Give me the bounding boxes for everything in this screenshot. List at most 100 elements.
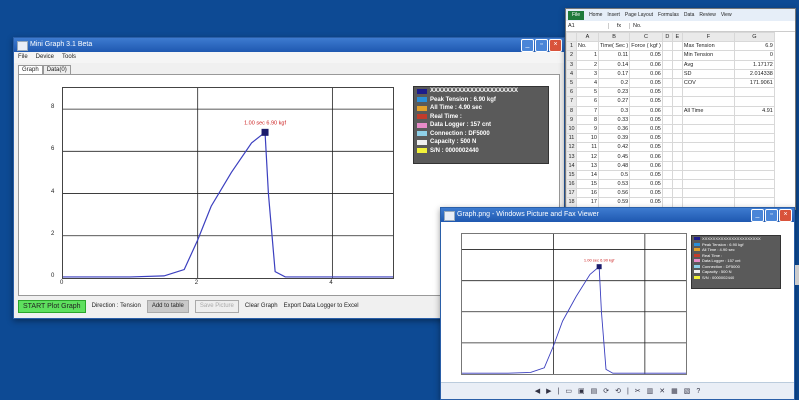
table-cell[interactable] <box>681 178 735 190</box>
table-cell[interactable] <box>733 188 775 199</box>
menu-tools[interactable]: Tools <box>62 52 76 63</box>
column-header[interactable]: F <box>681 31 735 43</box>
ribbon-view-tab[interactable]: View <box>721 12 732 18</box>
viewer-minimize-button[interactable]: _ <box>751 209 764 222</box>
table-cell[interactable]: 0.5 <box>597 169 631 181</box>
viewer-toolbar-icon[interactable]: ▥ <box>647 387 654 395</box>
table-cell[interactable] <box>733 123 775 135</box>
table-cell[interactable] <box>671 197 683 208</box>
table-cell[interactable] <box>681 142 735 153</box>
table-cell[interactable]: SD <box>681 68 735 79</box>
table-cell[interactable]: 0.05 <box>629 50 663 61</box>
viewer-maximize-button[interactable]: ▫ <box>765 209 778 222</box>
table-cell[interactable] <box>733 87 775 98</box>
start-plot-button[interactable]: START Plot Graph <box>18 299 86 313</box>
table-cell[interactable]: Avg <box>681 59 735 70</box>
row-header[interactable]: 18 <box>566 197 577 208</box>
table-cell[interactable]: 0 <box>733 50 775 61</box>
table-cell[interactable] <box>661 41 673 52</box>
table-cell[interactable]: 171.9061 <box>733 77 775 89</box>
row-header[interactable]: 3 <box>566 59 577 70</box>
viewer-toolbar-icon[interactable]: ▭ <box>565 387 572 395</box>
table-cell[interactable] <box>661 151 673 162</box>
table-cell[interactable]: 0.06 <box>629 59 663 70</box>
viewer-toolbar-icon[interactable]: ◀ <box>535 387 540 395</box>
table-cell[interactable] <box>671 105 683 116</box>
table-cell[interactable] <box>681 123 735 135</box>
table-cell[interactable]: No. <box>576 41 599 52</box>
table-cell[interactable] <box>661 105 673 116</box>
menu-file[interactable]: File <box>18 52 28 63</box>
row-header[interactable]: 8 <box>566 105 577 116</box>
table-cell[interactable]: Min Tension <box>681 50 735 61</box>
column-header[interactable]: A <box>576 31 599 43</box>
main-titlebar[interactable]: Mini Graph 3.1 Beta _ ▫ × <box>14 38 564 52</box>
table-cell[interactable] <box>671 151 683 162</box>
table-cell[interactable]: 0.14 <box>597 59 631 70</box>
table-cell[interactable] <box>733 151 775 162</box>
row-header[interactable]: 15 <box>566 169 577 181</box>
viewer-toolbar-icon[interactable]: ✂ <box>635 387 641 395</box>
table-cell[interactable]: 0.06 <box>629 160 663 171</box>
table-cell[interactable] <box>671 188 683 199</box>
table-cell[interactable] <box>733 142 775 153</box>
table-cell[interactable]: 0.11 <box>597 50 631 61</box>
viewer-toolbar-icon[interactable]: ⟳ <box>603 387 609 395</box>
column-header[interactable]: B <box>597 31 631 43</box>
viewer-toolbar-icon[interactable]: ✕ <box>659 387 665 395</box>
direction-label[interactable]: Direction : Tension <box>92 303 141 309</box>
table-cell[interactable] <box>681 96 735 107</box>
table-cell[interactable] <box>671 41 683 52</box>
table-cell[interactable] <box>681 133 735 144</box>
row-header[interactable]: 12 <box>566 142 577 153</box>
table-cell[interactable]: Max Tension <box>681 41 735 52</box>
table-cell[interactable]: 0.2 <box>597 77 631 89</box>
table-cell[interactable]: 0.33 <box>597 114 631 125</box>
table-cell[interactable] <box>733 114 775 125</box>
close-button[interactable]: × <box>549 39 562 52</box>
table-cell[interactable]: 15 <box>576 178 599 190</box>
row-header[interactable]: 4 <box>566 68 577 79</box>
table-cell[interactable] <box>661 178 673 190</box>
row-header[interactable]: 17 <box>566 188 577 199</box>
row-header[interactable]: 10 <box>566 123 577 135</box>
viewer-toolbar-icon[interactable]: ▶ <box>546 387 551 395</box>
table-cell[interactable] <box>671 123 683 135</box>
row-header[interactable]: 11 <box>566 133 577 144</box>
table-cell[interactable]: 0.3 <box>597 105 631 116</box>
table-cell[interactable]: 0.05 <box>629 188 663 199</box>
table-cell[interactable] <box>671 160 683 171</box>
table-cell[interactable]: 7 <box>576 105 599 116</box>
table-cell[interactable] <box>681 188 735 199</box>
table-cell[interactable] <box>661 87 673 98</box>
table-cell[interactable] <box>661 142 673 153</box>
save-picture-button[interactable]: Save Picture <box>194 299 239 313</box>
viewer-toolbar-icon[interactable]: ⟲ <box>615 387 621 395</box>
table-cell[interactable]: 0.05 <box>629 77 663 89</box>
table-cell[interactable]: 0.27 <box>597 96 631 107</box>
row-header[interactable]: 1 <box>566 41 577 52</box>
table-cell[interactable] <box>681 169 735 181</box>
table-cell[interactable]: 0.59 <box>597 197 631 208</box>
table-cell[interactable]: 1 <box>576 50 599 61</box>
row-header[interactable]: 2 <box>566 50 577 61</box>
table-cell[interactable]: 0.05 <box>629 114 663 125</box>
row-header[interactable]: 5 <box>566 77 577 89</box>
table-cell[interactable]: 0.05 <box>629 197 663 208</box>
table-cell[interactable] <box>681 160 735 171</box>
viewer-toolbar-icon[interactable]: ▦ <box>671 387 678 395</box>
table-cell[interactable]: 12 <box>576 151 599 162</box>
ribbon-data-tab[interactable]: Data <box>684 12 695 18</box>
table-cell[interactable]: 0.05 <box>629 87 663 98</box>
table-cell[interactable]: 0.45 <box>597 151 631 162</box>
table-cell[interactable]: 17 <box>576 197 599 208</box>
export-excel-button[interactable]: Export Data Logger to Excel <box>284 303 359 309</box>
table-cell[interactable]: 0.06 <box>629 105 663 116</box>
viewer-close-button[interactable]: × <box>779 209 792 222</box>
table-cell[interactable] <box>661 77 673 89</box>
table-cell[interactable]: 4.91 <box>733 105 775 116</box>
table-cell[interactable] <box>661 59 673 70</box>
ribbon-insert-tab[interactable]: Insert <box>607 12 620 18</box>
fx-icon[interactable]: fx <box>609 23 630 29</box>
table-cell[interactable]: Time( Sec ) <box>597 41 631 52</box>
